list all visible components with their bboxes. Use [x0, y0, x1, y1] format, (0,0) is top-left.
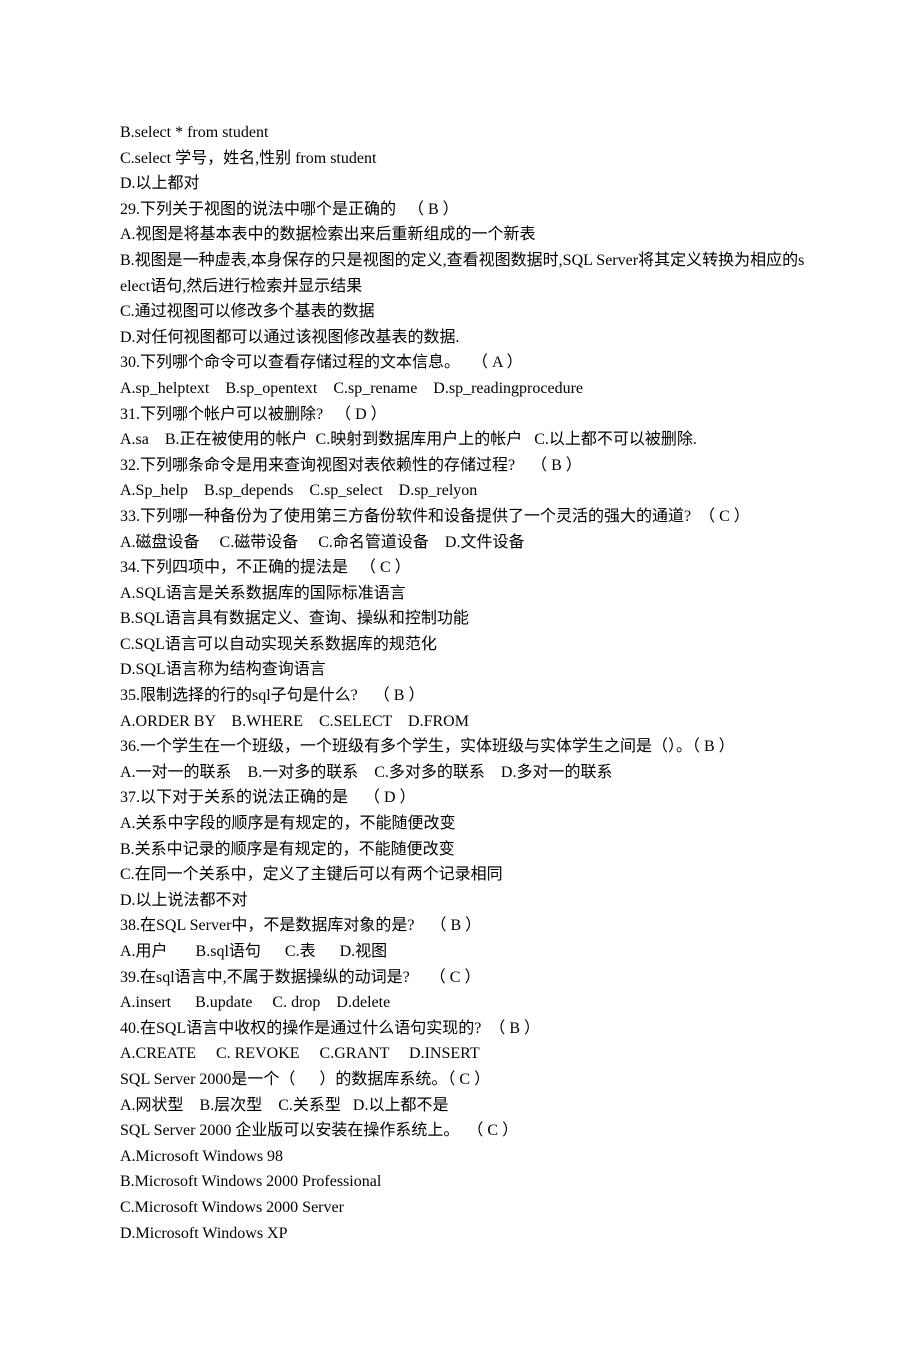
- text-line: SQL Server 2000 企业版可以安装在操作系统上。 （ C ）: [120, 1118, 805, 1144]
- text-line: D.以上说法都不对: [120, 888, 805, 914]
- text-line: 40.在SQL语言中收权的操作是通过什么语句实现的? （ B ）: [120, 1016, 805, 1042]
- text-line: 29.下列关于视图的说法中哪个是正确的 （ B ）: [120, 197, 805, 223]
- text-line: D.以上都对: [120, 171, 805, 197]
- text-line: A.一对一的联系 B.一对多的联系 C.多对多的联系 D.多对一的联系: [120, 760, 805, 786]
- text-line: A.sp_helptext B.sp_opentext C.sp_rename …: [120, 376, 805, 402]
- text-line: SQL Server 2000是一个（ ）的数据库系统。（ C ）: [120, 1067, 805, 1093]
- text-line: A.网状型 B.层次型 C.关系型 D.以上都不是: [120, 1093, 805, 1119]
- text-line: D.SQL语言称为结构查询语言: [120, 657, 805, 683]
- text-line: A.ORDER BY B.WHERE C.SELECT D.FROM: [120, 709, 805, 735]
- text-line: 31.下列哪个帐户可以被删除? （ D ）: [120, 402, 805, 428]
- text-line: A.Sp_help B.sp_depends C.sp_select D.sp_…: [120, 478, 805, 504]
- text-line: C.Microsoft Windows 2000 Server: [120, 1195, 805, 1221]
- text-line: A.关系中字段的顺序是有规定的，不能随便改变: [120, 811, 805, 837]
- text-line: 38.在SQL Server中，不是数据库对象的是? （ B ）: [120, 913, 805, 939]
- text-line: C.select 学号，姓名,性别 from student: [120, 146, 805, 172]
- text-line: A.用户 B.sql语句 C.表 D.视图: [120, 939, 805, 965]
- text-line: D.对任何视图都可以通过该视图修改基表的数据.: [120, 325, 805, 351]
- text-line: 30.下列哪个命令可以查看存储过程的文本信息。 （ A ）: [120, 350, 805, 376]
- text-line: B.SQL语言具有数据定义、查询、操纵和控制功能: [120, 606, 805, 632]
- document-body: B.select * from studentC.select 学号，姓名,性别…: [120, 120, 805, 1246]
- text-line: 35.限制选择的行的sql子句是什么? （ B ）: [120, 683, 805, 709]
- text-line: 36.一个学生在一个班级，一个班级有多个学生，实体班级与实体学生之间是（）。（ …: [120, 734, 805, 760]
- text-line: A.sa B.正在被使用的帐户 C.映射到数据库用户上的帐户 C.以上都不可以被…: [120, 427, 805, 453]
- text-line: C.在同一个关系中，定义了主键后可以有两个记录相同: [120, 862, 805, 888]
- text-line: D.Microsoft Windows XP: [120, 1221, 805, 1247]
- text-line: A.CREATE C. REVOKE C.GRANT D.INSERT: [120, 1041, 805, 1067]
- text-line: 32.下列哪条命令是用来查询视图对表依赖性的存储过程? （ B ）: [120, 453, 805, 479]
- text-line: A.Microsoft Windows 98: [120, 1144, 805, 1170]
- text-line: A.SQL语言是关系数据库的国际标准语言: [120, 581, 805, 607]
- text-line: B.Microsoft Windows 2000 Professional: [120, 1169, 805, 1195]
- text-line: A.视图是将基本表中的数据检索出来后重新组成的一个新表: [120, 222, 805, 248]
- text-line: 33.下列哪一种备份为了使用第三方备份软件和设备提供了一个灵活的强大的通道? （…: [120, 504, 805, 530]
- text-line: B.select * from student: [120, 120, 805, 146]
- text-line: B.视图是一种虚表,本身保存的只是视图的定义,查看视图数据时,SQL Serve…: [120, 248, 805, 299]
- text-line: C.SQL语言可以自动实现关系数据库的规范化: [120, 632, 805, 658]
- text-line: 39.在sql语言中,不属于数据操纵的动词是? （ C ）: [120, 965, 805, 991]
- text-line: 34.下列四项中，不正确的提法是 （ C ）: [120, 555, 805, 581]
- text-line: 37.以下对于关系的说法正确的是 （ D ）: [120, 785, 805, 811]
- text-line: C.通过视图可以修改多个基表的数据: [120, 299, 805, 325]
- text-line: B.关系中记录的顺序是有规定的，不能随便改变: [120, 837, 805, 863]
- text-line: A.insert B.update C. drop D.delete: [120, 990, 805, 1016]
- text-line: A.磁盘设备 C.磁带设备 C.命名管道设备 D.文件设备: [120, 530, 805, 556]
